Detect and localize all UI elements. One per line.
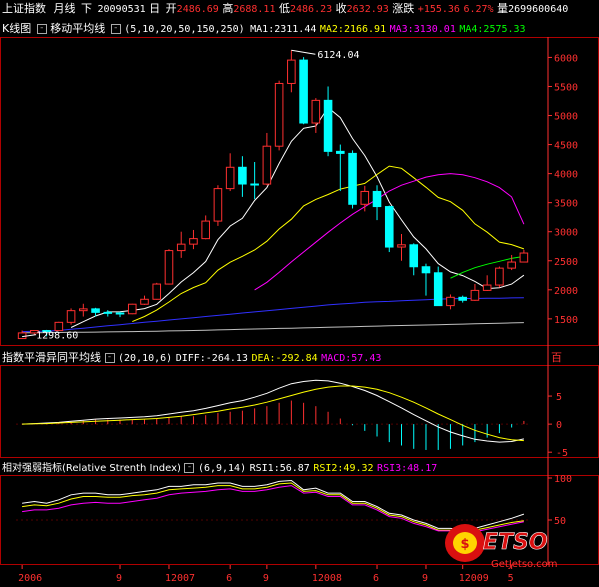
- candle-body[interactable]: [287, 59, 296, 84]
- candle-body[interactable]: [470, 289, 480, 301]
- candle-body[interactable]: [446, 296, 455, 307]
- price-tick-label: 3000: [554, 228, 578, 239]
- candle-body[interactable]: [213, 188, 223, 222]
- candle-body[interactable]: [152, 283, 162, 300]
- macd-line-dea: [22, 385, 524, 442]
- candle-body[interactable]: [189, 238, 198, 245]
- price-tick-label: 4000: [554, 170, 578, 181]
- time-tick-label: 12007: [165, 573, 195, 584]
- time-tick-label: 6: [373, 573, 379, 584]
- watermark-logo: $ ETSO GetJetso.com: [443, 513, 568, 573]
- time-tick-label: 5: [508, 573, 514, 584]
- time-tick-label: 2006: [18, 573, 42, 584]
- candle-body[interactable]: [458, 296, 467, 301]
- candle-body[interactable]: [348, 152, 357, 205]
- candle-body[interactable]: [336, 150, 345, 154]
- price-tick-label: 3500: [554, 199, 578, 210]
- candle-body[interactable]: [176, 243, 186, 252]
- candle-body[interactable]: [140, 298, 149, 305]
- time-tick-label: 9: [263, 573, 269, 584]
- macd-tick-label: 5: [556, 392, 562, 403]
- logo-url: GetJetso.com: [491, 559, 558, 570]
- candle-body[interactable]: [433, 272, 443, 307]
- peak-label: 6124.04: [317, 50, 359, 61]
- macd-tick-label: -5: [556, 448, 568, 459]
- candle-body[interactable]: [250, 183, 259, 186]
- candle-body[interactable]: [384, 206, 394, 248]
- candle-body[interactable]: [238, 166, 247, 185]
- candle-body[interactable]: [66, 310, 76, 323]
- candle-body[interactable]: [91, 308, 100, 313]
- time-tick-label: 9: [116, 573, 122, 584]
- price-tick-label: 1500: [554, 315, 578, 326]
- candle-body[interactable]: [311, 99, 321, 124]
- price-tick-label: 5000: [554, 112, 578, 123]
- rsi-tick-label: 100: [554, 474, 572, 485]
- candle-body[interactable]: [225, 166, 235, 190]
- time-tick-label: 9: [422, 573, 428, 584]
- candle-body[interactable]: [79, 308, 88, 312]
- chart-surface[interactable]: 1500 2000 2500 3000 3500 4000 4500 5000 5500 6000…: [0, 0, 599, 587]
- ma-line-ma6: [22, 322, 524, 334]
- logo-graphic: $ ETSO GetJetso.com: [445, 524, 558, 570]
- panel-frame: [0, 365, 599, 458]
- candle-body[interactable]: [54, 321, 64, 332]
- candle-body[interactable]: [115, 312, 125, 315]
- trough-label: 1298.60: [36, 331, 78, 342]
- svg-text:$: $: [460, 537, 469, 552]
- time-tick-label: 6: [226, 573, 232, 584]
- price-tick-label: 4500: [554, 141, 578, 152]
- candle-body[interactable]: [495, 267, 504, 286]
- candle-body[interactable]: [262, 145, 272, 185]
- candle-body[interactable]: [507, 261, 516, 269]
- candle-body[interactable]: [103, 311, 113, 314]
- candle-body[interactable]: [482, 284, 492, 291]
- candle-body[interactable]: [409, 244, 419, 268]
- macd-line-diff: [22, 379, 525, 443]
- candle-body[interactable]: [372, 190, 382, 208]
- time-tick-label: 12008: [312, 573, 342, 584]
- candle-body[interactable]: [164, 250, 174, 285]
- candle-body[interactable]: [299, 59, 308, 124]
- candle-body[interactable]: [201, 220, 210, 240]
- price-tick-label: 5500: [554, 82, 578, 93]
- price-tick-label: 2000: [554, 286, 578, 297]
- candle-body[interactable]: [274, 82, 284, 147]
- candle-body[interactable]: [323, 99, 333, 152]
- candle-body[interactable]: [127, 303, 137, 315]
- candle-body[interactable]: [421, 266, 431, 274]
- peak-leader: [291, 49, 316, 55]
- candle-body[interactable]: [519, 252, 529, 263]
- candle-body[interactable]: [360, 190, 370, 205]
- ma-line-ma1: [70, 106, 525, 328]
- time-tick-label: 12009: [459, 573, 489, 584]
- macd-tick-label: 0: [556, 420, 562, 431]
- logo-brand: ETSO: [483, 530, 548, 555]
- candle-body[interactable]: [397, 244, 406, 248]
- price-tick-label: 6000: [554, 53, 578, 64]
- price-tick-label: 2500: [554, 257, 578, 268]
